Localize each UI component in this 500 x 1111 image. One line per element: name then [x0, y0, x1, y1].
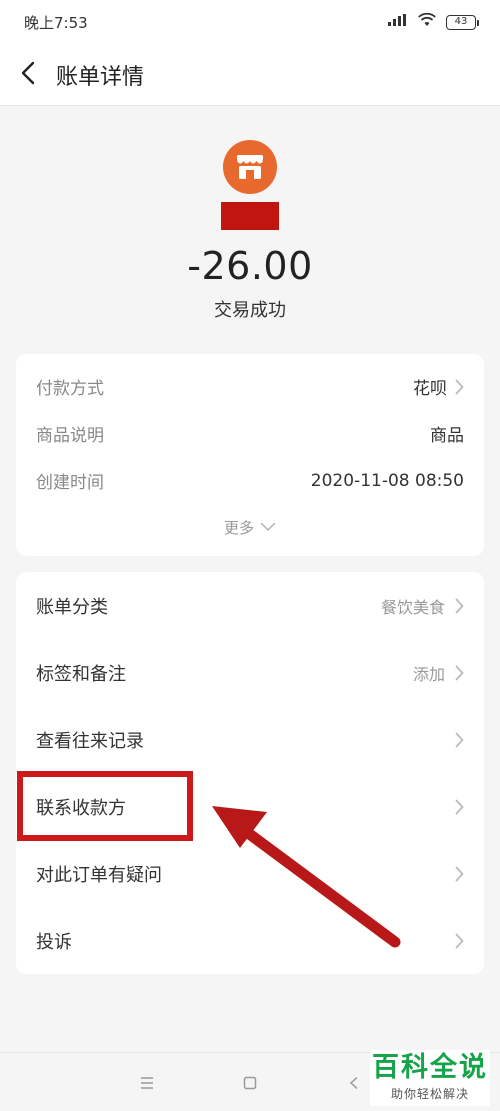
details-card: 付款方式 花呗 商品说明 商品 创建时间 2020-11-08 08:50 更多 — [16, 354, 484, 556]
menu-item-complaint[interactable]: 投诉 — [36, 907, 464, 974]
wifi-icon — [418, 12, 436, 31]
chevron-right-icon — [455, 866, 464, 882]
watermark-logo: 百科全说 助你轻松解决 — [370, 1050, 490, 1106]
chevron-right-icon — [455, 665, 464, 681]
status-time: 晚上7:53 — [24, 13, 88, 32]
payment-method-row[interactable]: 付款方式 花呗 — [36, 363, 464, 410]
info-label: 付款方式 — [36, 379, 104, 399]
signal-icon — [388, 14, 408, 30]
chevron-right-icon — [455, 379, 464, 395]
store-icon — [223, 140, 277, 194]
transaction-status: 交易成功 — [214, 300, 286, 321]
menu-item-bill-category[interactable]: 账单分类 餐饮美食 — [36, 572, 464, 639]
menu-value: 餐饮美食 — [380, 597, 445, 617]
chevron-right-icon — [455, 933, 464, 949]
more-button[interactable]: 更多 — [36, 504, 464, 550]
info-value: 商品 — [430, 426, 464, 446]
redacted-merchant-name — [221, 202, 279, 230]
watermark-title: 百科全说 — [372, 1052, 488, 1083]
menu-item-contact-payee[interactable]: 联系收款方 — [36, 773, 464, 840]
status-bar: 晚上7:53 43 — [0, 0, 500, 44]
home-icon[interactable] — [236, 1069, 264, 1097]
chevron-right-icon — [455, 799, 464, 815]
status-icons: 43 — [388, 12, 479, 31]
header-bar: 账单详情 — [0, 44, 500, 106]
menu-label: 对此订单有疑问 — [36, 864, 162, 886]
chevron-right-icon — [455, 732, 464, 748]
menu-label: 查看往来记录 — [36, 730, 144, 752]
info-label: 创建时间 — [36, 473, 104, 493]
chevron-left-icon — [21, 61, 35, 89]
actions-card: 账单分类 餐饮美食 标签和备注 添加 查看往来记录 联系收款方 对此订单有疑问 … — [16, 572, 484, 974]
page-title: 账单详情 — [56, 64, 145, 90]
info-value: 2020-11-08 08:50 — [310, 470, 464, 491]
more-label: 更多 — [223, 518, 254, 537]
battery-icon: 43 — [446, 14, 479, 30]
menu-item-tags-notes[interactable]: 标签和备注 添加 — [36, 639, 464, 706]
chevron-down-icon — [260, 518, 276, 536]
menu-value: 添加 — [412, 664, 445, 684]
transaction-amount: -26.00 — [187, 244, 313, 288]
chevron-right-icon — [455, 598, 464, 614]
menu-label: 联系收款方 — [36, 797, 126, 819]
created-time-row: 创建时间 2020-11-08 08:50 — [36, 457, 464, 504]
info-value: 花呗 — [413, 379, 447, 399]
merchant-summary: -26.00 交易成功 — [0, 140, 500, 322]
watermark-subtitle: 助你轻松解决 — [390, 1087, 469, 1101]
menu-item-history[interactable]: 查看往来记录 — [36, 706, 464, 773]
product-desc-row: 商品说明 商品 — [36, 410, 464, 457]
menu-icon[interactable] — [133, 1069, 161, 1097]
menu-item-order-question[interactable]: 对此订单有疑问 — [36, 840, 464, 907]
info-label: 商品说明 — [36, 426, 104, 446]
back-button[interactable] — [0, 44, 56, 106]
menu-label: 账单分类 — [36, 596, 108, 618]
menu-label: 投诉 — [36, 931, 72, 953]
back-nav-icon[interactable] — [340, 1069, 368, 1097]
menu-label: 标签和备注 — [36, 663, 126, 685]
